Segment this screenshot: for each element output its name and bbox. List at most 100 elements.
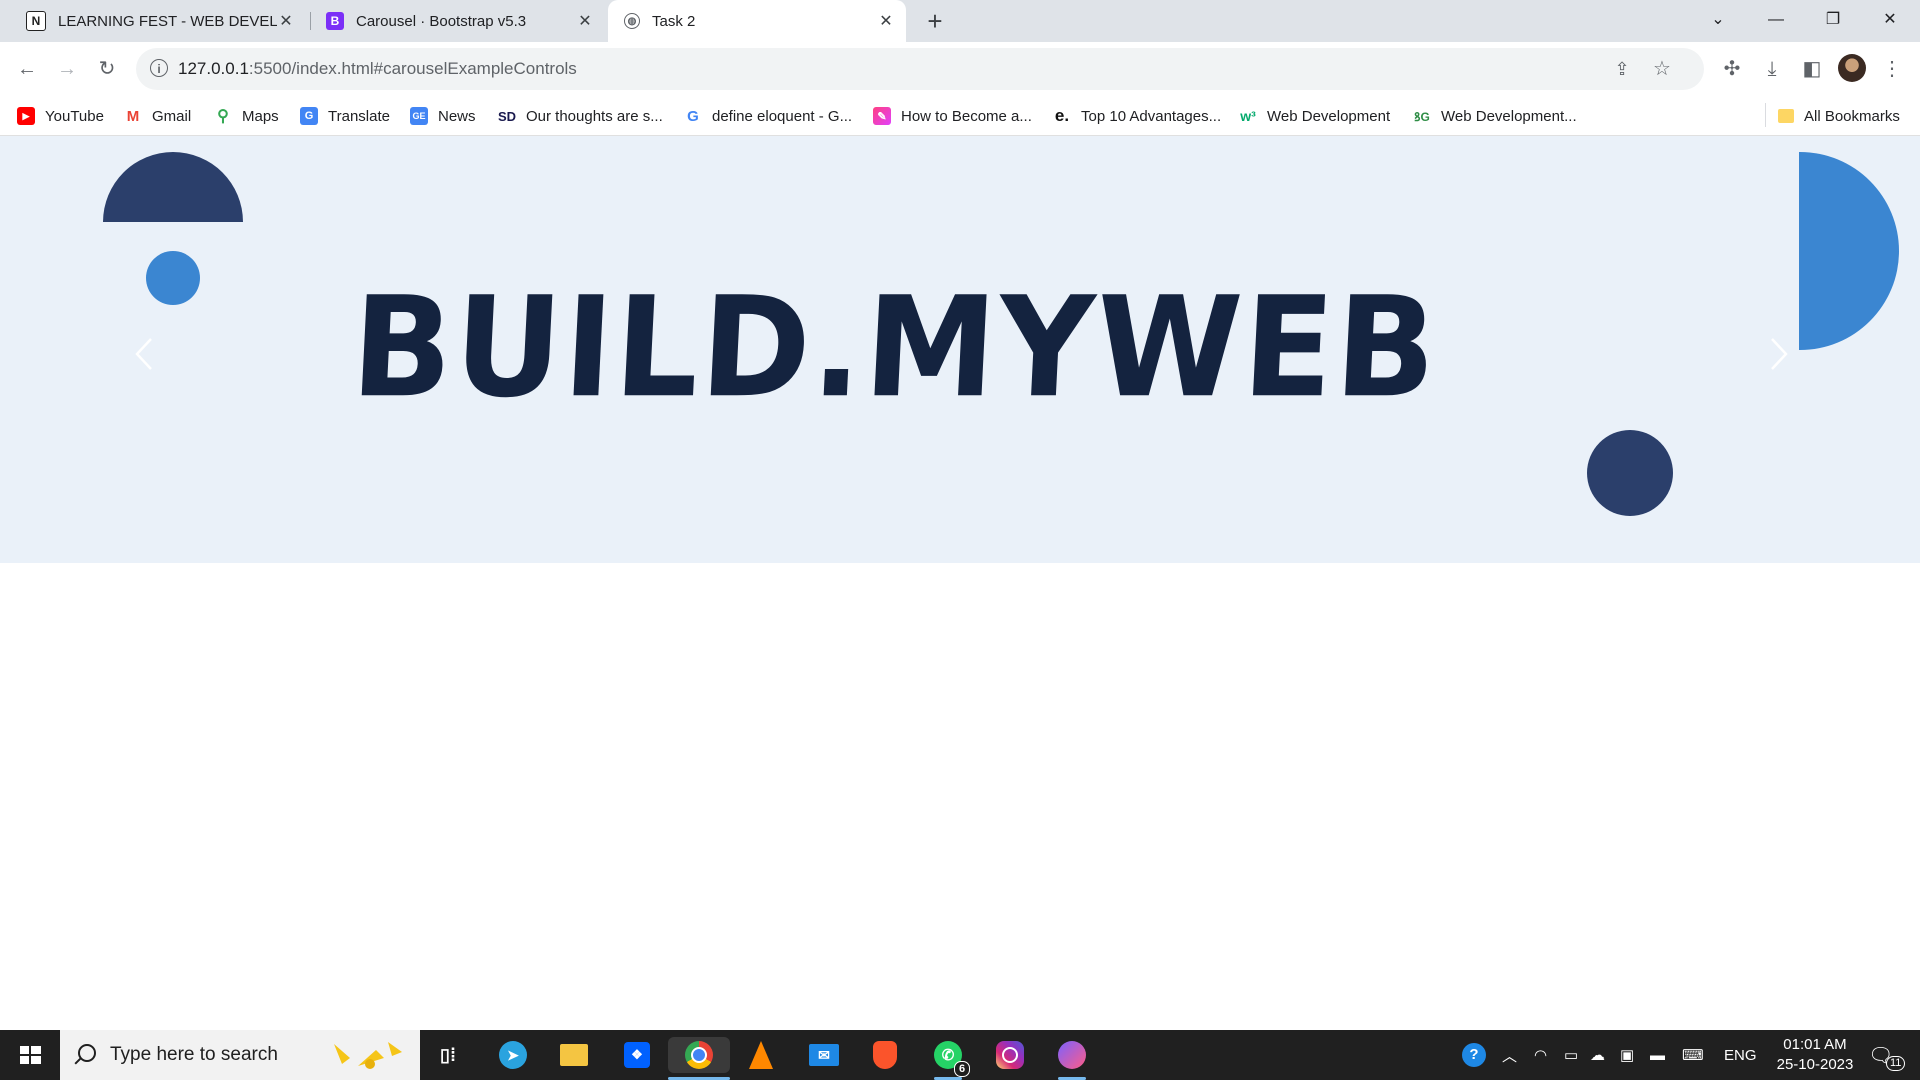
battery-icon[interactable]: ▬	[1650, 1030, 1665, 1080]
taskbar-search[interactable]: Type here to search	[60, 1030, 420, 1080]
kebab-menu-icon[interactable]: ⋮	[1876, 53, 1908, 85]
bookmark-translate[interactable]: G Translate	[300, 106, 390, 126]
tab-title: Carousel · Bootstrap v5.3	[356, 12, 527, 30]
share-icon[interactable]: ⇪	[1606, 53, 1638, 85]
keyboard-icon[interactable]: ⌨	[1682, 1030, 1704, 1080]
tab-task-2[interactable]: ◍ Task 2 ✕	[608, 0, 906, 42]
profile-avatar[interactable]	[1838, 54, 1866, 82]
extensions-puzzle-icon[interactable]: ✣	[1716, 53, 1748, 85]
bookmark-top-10-advantages[interactable]: e. Top 10 Advantages...	[1053, 106, 1221, 126]
blue-half-circle-shape	[1799, 152, 1899, 350]
tab-bootstrap-carousel[interactable]: B Carousel · Bootstrap v5.3 ✕	[310, 0, 605, 42]
bookmark-label: define eloquent - G...	[712, 107, 853, 125]
gmail-icon: M	[126, 107, 140, 125]
vlc-icon[interactable]	[743, 1037, 779, 1073]
google-icon: G	[687, 107, 699, 125]
globe-icon: ◍	[624, 13, 640, 29]
close-tab-icon[interactable]: ✕	[876, 11, 896, 31]
instagram-icon[interactable]	[992, 1037, 1028, 1073]
task-view-icon[interactable]: ▯⁞	[430, 1037, 466, 1073]
chrome-icon[interactable]	[668, 1037, 730, 1080]
close-tab-icon[interactable]: ✕	[575, 11, 595, 31]
bookmark-site-icon: ✎	[873, 107, 891, 125]
browser-toolbar: ← → ↻ i 127.0.0.1:5500/index.html#carous…	[0, 42, 1920, 97]
bookmark-label: Web Development	[1267, 107, 1391, 125]
language-indicator[interactable]: ENG	[1724, 1030, 1757, 1080]
bookmark-our-thoughts[interactable]: SD Our thoughts are s...	[498, 106, 663, 126]
taskbar-clock[interactable]: 01:01 AM 25-10-2023	[1765, 1035, 1865, 1075]
bookmark-label: Translate	[328, 107, 390, 125]
whatsapp-icon[interactable]: ✆ 6	[930, 1037, 970, 1080]
side-panel-icon[interactable]: ◧	[1796, 53, 1828, 85]
close-window-button[interactable]: ✕	[1870, 0, 1910, 40]
address-bar[interactable]: i 127.0.0.1:5500/index.html#carouselExam…	[136, 48, 1704, 90]
w3-icon: w³	[1240, 108, 1256, 124]
all-bookmarks-label: All Bookmarks	[1804, 107, 1900, 125]
close-tab-icon[interactable]: ✕	[277, 11, 295, 31]
mail-icon[interactable]: ✉	[806, 1037, 842, 1073]
tab-search-chevron-icon[interactable]: ⌄	[1698, 0, 1738, 40]
help-icon[interactable]: ?	[1462, 1030, 1486, 1080]
bookmark-youtube[interactable]: ▶ YouTube	[17, 106, 104, 126]
bookmark-define-eloquent[interactable]: G define eloquent - G...	[684, 106, 852, 126]
bookmark-news[interactable]: GE News	[410, 106, 476, 126]
tab-learning-fest[interactable]: N LEARNING FEST - WEB DEVELOP ✕	[10, 0, 305, 42]
start-button[interactable]	[0, 1030, 60, 1080]
forward-arrow-icon[interactable]: →	[51, 53, 83, 85]
translate-icon: G	[300, 107, 318, 125]
clock-time: 01:01 AM	[1783, 1036, 1847, 1053]
bookmark-maps[interactable]: ⚲ Maps	[214, 106, 279, 126]
bookmark-web-development-w3[interactable]: w³ Web Development	[1239, 106, 1390, 126]
onedrive-cloud-icon[interactable]: ☁	[1590, 1030, 1605, 1080]
navy-circle-shape	[1587, 430, 1673, 516]
bookmark-label: Web Development...	[1441, 107, 1577, 125]
tab-title: Task 2	[652, 12, 696, 30]
notifications-badge: 11	[1886, 1056, 1906, 1071]
bookmark-label: YouTube	[45, 107, 104, 125]
bookmark-how-to-become[interactable]: ✎ How to Become a...	[873, 106, 1032, 126]
meet-now-icon[interactable]: ▭	[1564, 1030, 1578, 1080]
sd-icon: SD	[497, 108, 517, 124]
clock-date: 25-10-2023	[1776, 1056, 1854, 1073]
new-tab-button[interactable]: +	[920, 6, 950, 36]
site-info-icon[interactable]: i	[150, 59, 168, 77]
carousel-prev-button[interactable]	[125, 329, 165, 379]
brand-title: BUILD.MYWEB	[347, 267, 1443, 429]
restore-button[interactable]: ❐	[1813, 0, 1853, 40]
messenger-icon[interactable]	[1054, 1037, 1090, 1080]
url-text: 127.0.0.1:5500/index.html#carouselExampl…	[178, 59, 577, 79]
bookmark-label: News	[438, 107, 476, 125]
bookmarks-bar: ▶ YouTube M Gmail ⚲ Maps G Translate GE …	[0, 97, 1920, 136]
search-icon	[78, 1044, 96, 1062]
chevron-right-icon	[1771, 338, 1788, 370]
star-bookmark-icon[interactable]: ☆	[1646, 53, 1678, 85]
folder-icon	[1778, 109, 1794, 123]
reload-icon[interactable]: ↻	[91, 53, 123, 85]
back-arrow-icon[interactable]: ←	[11, 53, 43, 85]
brave-icon[interactable]	[867, 1037, 903, 1073]
bookmark-label: Maps	[242, 107, 279, 125]
windows-logo-icon	[20, 1046, 41, 1064]
gfg-icon: ꝸG	[1414, 109, 1430, 124]
bookmark-web-development-gfg[interactable]: ꝸG Web Development...	[1413, 106, 1577, 126]
chevron-left-icon	[135, 338, 152, 370]
url-path: :5500/index.html#carouselExampleControls	[248, 59, 577, 78]
minimize-button[interactable]: —	[1756, 0, 1796, 40]
file-explorer-icon[interactable]	[556, 1037, 592, 1073]
bookmark-gmail[interactable]: M Gmail	[124, 106, 191, 126]
url-host: 127.0.0.1	[178, 59, 249, 78]
all-bookmarks-button[interactable]: All Bookmarks	[1778, 106, 1900, 126]
telegram-icon[interactable]: ➤	[495, 1037, 531, 1073]
display-icon[interactable]: ▣	[1620, 1030, 1634, 1080]
network-icon[interactable]: ◠	[1534, 1030, 1547, 1080]
bootstrap-icon: B	[326, 12, 344, 30]
dropbox-icon[interactable]: ❖	[619, 1037, 655, 1073]
tab-title: LEARNING FEST - WEB DEVELOP	[58, 12, 277, 30]
download-icon[interactable]: ⤓	[1756, 53, 1788, 85]
carousel-next-button[interactable]	[1758, 329, 1798, 379]
bookmark-label: How to Become a...	[901, 107, 1032, 125]
bookmarks-divider	[1765, 103, 1766, 127]
whatsapp-badge: 6	[954, 1061, 970, 1077]
notifications-button[interactable]: 🗨 11	[1868, 1030, 1906, 1080]
chevron-up-icon[interactable]: ︿	[1502, 1030, 1517, 1080]
